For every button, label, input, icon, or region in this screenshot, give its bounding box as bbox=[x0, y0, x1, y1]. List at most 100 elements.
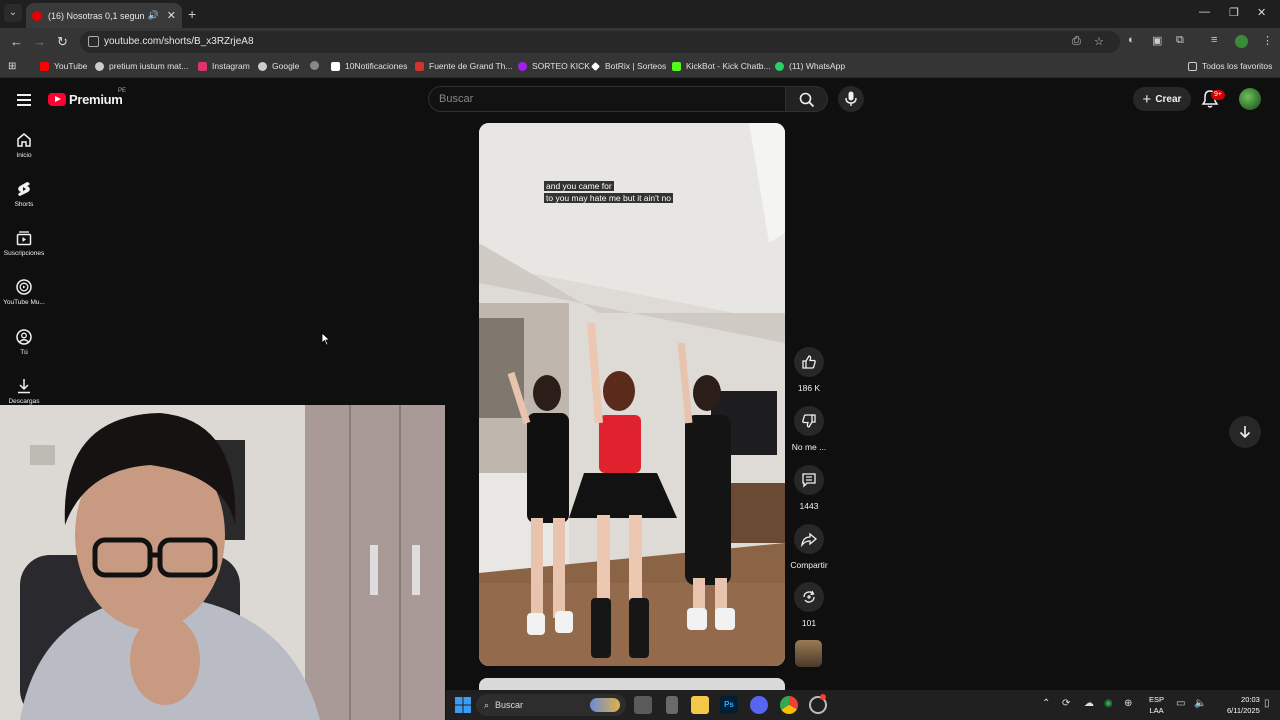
bookmark-kickbot[interactable]: KickBot - Kick Chatb... bbox=[672, 61, 771, 71]
create-button[interactable]: + Crear bbox=[1133, 87, 1191, 111]
taskbar-app-icon[interactable] bbox=[666, 696, 678, 714]
recording-dot bbox=[820, 694, 826, 700]
shorts-video-player[interactable]: and you came for to you may hate me but … bbox=[479, 123, 785, 666]
bookmark-instagram[interactable]: Instagram bbox=[198, 61, 250, 71]
minimize-button[interactable]: — bbox=[1199, 6, 1210, 18]
bookmark-botrix[interactable]: BotRix | Sorteos bbox=[591, 61, 666, 71]
thumbs-down-icon bbox=[802, 414, 816, 428]
notification-badge: 9+ bbox=[1211, 90, 1225, 100]
wifi-icon[interactable]: ▭ bbox=[1176, 698, 1185, 709]
extensions-puzzle-icon[interactable]: ⧉ bbox=[1176, 34, 1184, 47]
youtube-music-icon bbox=[16, 279, 32, 295]
bookmark-youtube[interactable]: YouTube bbox=[40, 61, 87, 71]
system-clock[interactable]: 20:03 6/11/2025 bbox=[1227, 694, 1260, 716]
search-input[interactable] bbox=[429, 87, 759, 111]
input-language[interactable]: ESP LAA bbox=[1149, 694, 1164, 716]
sound-thumbnail[interactable] bbox=[795, 640, 822, 667]
bookmark-star-icon[interactable]: ☆ bbox=[1094, 35, 1104, 48]
audio-playing-icon[interactable]: 🔊 bbox=[148, 10, 159, 21]
bookmark-sorteo-kick[interactable]: SORTEO KICK bbox=[518, 61, 590, 71]
download-icon bbox=[18, 379, 30, 394]
extension-icon[interactable]: ◐ bbox=[1128, 34, 1135, 46]
notification-center-icon[interactable]: ▯ bbox=[1264, 698, 1270, 709]
subscriptions-icon bbox=[16, 231, 32, 246]
address-bar[interactable]: youtube.com/shorts/B_x3RZrjeA8 ⎙ ☆ bbox=[80, 31, 1120, 53]
discord-icon[interactable] bbox=[750, 696, 768, 714]
taskbar-search[interactable]: ⌕ Buscar bbox=[476, 694, 626, 716]
search-box[interactable] bbox=[428, 86, 786, 112]
onedrive-icon[interactable]: ☁ bbox=[1084, 698, 1094, 709]
security-icon[interactable]: ◉ bbox=[1104, 698, 1113, 709]
reload-button[interactable]: ↻ bbox=[57, 34, 68, 50]
new-tab-button[interactable]: + bbox=[188, 6, 196, 22]
remix-button[interactable]: 101 bbox=[788, 582, 830, 628]
kickbot-icon bbox=[672, 61, 681, 71]
like-button[interactable]: 186 K bbox=[788, 347, 830, 393]
search-icon bbox=[799, 92, 815, 108]
chrome-icon[interactable] bbox=[780, 696, 798, 714]
menu-icon[interactable] bbox=[17, 94, 31, 109]
site-info-icon[interactable] bbox=[88, 36, 99, 47]
install-app-icon[interactable]: ⎙ bbox=[1072, 35, 1081, 48]
thumbs-up-icon bbox=[802, 355, 816, 369]
apps-grid-icon[interactable]: ⊞ bbox=[8, 61, 16, 72]
plus-icon: + bbox=[1142, 90, 1152, 108]
close-window-button[interactable]: ✕ bbox=[1257, 6, 1266, 19]
webcam-feed bbox=[0, 405, 445, 720]
youtube-icon bbox=[40, 61, 49, 71]
sync-icon[interactable]: ⟳ bbox=[1062, 698, 1070, 709]
bookmark-pretium[interactable]: pretium iustum mat... bbox=[95, 61, 188, 71]
gta-icon bbox=[415, 61, 424, 71]
tab-title: (16) Nosotras 0,1 segundos bbox=[48, 10, 144, 21]
botrix-icon bbox=[591, 61, 600, 71]
close-tab-icon[interactable]: ✕ bbox=[167, 9, 176, 22]
bookmark-whatsapp[interactable]: (11) WhatsApp bbox=[775, 61, 845, 71]
guide-item-downloads[interactable]: Descargas bbox=[0, 377, 48, 405]
media-control-icon[interactable]: ≡ bbox=[1211, 34, 1217, 46]
bookmark-link[interactable] bbox=[310, 61, 324, 70]
bookmarks-bar: ⊞ YouTube pretium iustum mat... Instagra… bbox=[0, 56, 1280, 78]
voice-search-button[interactable] bbox=[838, 86, 864, 112]
search-highlight-icon bbox=[590, 698, 620, 712]
all-bookmarks[interactable]: Todos los favoritos bbox=[1188, 61, 1272, 71]
share-label: Compartir bbox=[790, 560, 828, 570]
next-short-preview[interactable] bbox=[479, 678, 785, 690]
search-button[interactable] bbox=[786, 86, 828, 112]
youtube-premium-logo[interactable]: Premium PE bbox=[48, 88, 126, 107]
dislike-button[interactable]: No me ... bbox=[788, 406, 830, 452]
guide-item-home[interactable]: Inicio bbox=[0, 131, 48, 159]
bookmark-google[interactable]: Google bbox=[258, 61, 299, 71]
tray-overflow-icon[interactable]: ⌃ bbox=[1042, 698, 1050, 709]
mouse-cursor-icon bbox=[321, 332, 331, 346]
share-button[interactable]: Compartir bbox=[788, 524, 830, 570]
photoshop-icon[interactable]: Ps bbox=[720, 696, 738, 714]
guide-item-shorts[interactable]: Shorts bbox=[0, 180, 48, 208]
windows-taskbar: ⌕ Buscar Ps ⌃ ⟳ ☁ ◉ ⊕ ESP LAA ▭ 🔈 20:03 6/1… bbox=[446, 690, 1280, 720]
windows-start-icon[interactable] bbox=[454, 696, 472, 714]
account-avatar[interactable] bbox=[1239, 88, 1261, 110]
instagram-icon bbox=[198, 61, 207, 71]
chrome-menu-icon[interactable]: ⋮ bbox=[1262, 34, 1273, 47]
task-view-icon[interactable] bbox=[634, 696, 652, 714]
whatsapp-icon bbox=[775, 61, 784, 71]
restore-button[interactable]: ❐ bbox=[1229, 6, 1239, 19]
network-tray-icon[interactable]: ⊕ bbox=[1124, 698, 1132, 709]
youtube-masthead: Premium PE +Crear bbox=[0, 78, 1280, 120]
url-text[interactable]: youtube.com/shorts/B_x3RZrjeA8 bbox=[104, 36, 254, 47]
browser-tab-active[interactable]: (16) Nosotras 0,1 segundos 🔊 ✕ bbox=[26, 3, 182, 28]
file-explorer-icon[interactable] bbox=[691, 696, 709, 714]
bookmark-gta[interactable]: Fuente de Grand Th... bbox=[415, 61, 512, 71]
guide-item-you[interactable]: Tú bbox=[0, 328, 48, 356]
bookmark-x[interactable]: 10Notificaciones bbox=[331, 61, 407, 71]
profile-avatar-icon[interactable] bbox=[1235, 35, 1248, 48]
forward-button[interactable]: → bbox=[33, 34, 46, 49]
guide-item-subscriptions[interactable]: Suscripciones bbox=[0, 229, 48, 257]
back-button[interactable]: ← bbox=[10, 34, 23, 49]
tab-search-button[interactable]: ⌄ bbox=[4, 4, 22, 22]
comments-button[interactable]: 1443 bbox=[788, 465, 830, 511]
video-caption: and you came for to you may hate me but … bbox=[544, 181, 673, 203]
volume-icon[interactable]: 🔈 bbox=[1194, 698, 1206, 709]
guide-item-youtube-music[interactable]: YouTube Mu... bbox=[0, 278, 48, 306]
next-video-button[interactable] bbox=[1229, 416, 1261, 448]
extension-icon-2[interactable]: ▣ bbox=[1152, 34, 1162, 47]
